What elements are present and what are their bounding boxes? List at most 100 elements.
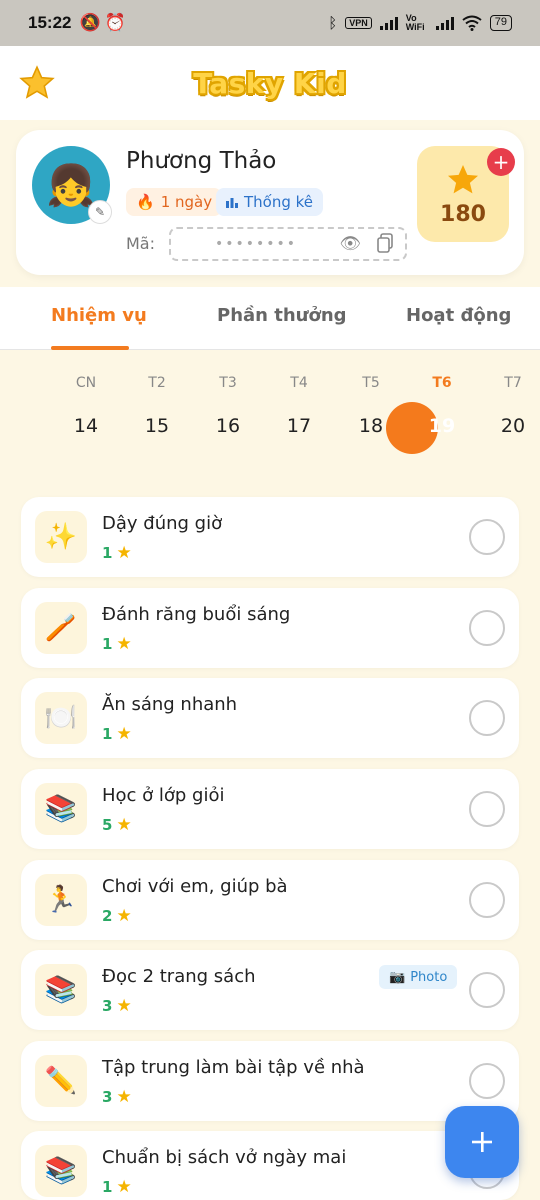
task-item[interactable]: 📚 Học ở lớp giỏi 5 ★ bbox=[21, 769, 519, 849]
books-icon: 📚 bbox=[35, 964, 87, 1016]
task-name: Đọc 2 trang sách bbox=[102, 966, 256, 987]
task-checkbox[interactable] bbox=[469, 610, 505, 646]
bluetooth-icon: ᛒ bbox=[328, 14, 338, 32]
edit-avatar-icon[interactable]: ✎ bbox=[88, 200, 112, 224]
task-item[interactable]: 🍽️ Ăn sáng nhanh 1 ★ bbox=[21, 678, 519, 758]
copy-icon[interactable] bbox=[377, 233, 393, 253]
app-bar: Tasky Kid bbox=[0, 46, 540, 120]
day-date: 20 bbox=[500, 415, 526, 437]
task-item[interactable]: 📚 Đọc 2 trang sách 3 ★ 📷 Photo bbox=[21, 950, 519, 1030]
star-icon: ★ bbox=[116, 815, 132, 835]
pencil-icon: ✏️ bbox=[35, 1055, 87, 1107]
plus-icon bbox=[472, 1132, 492, 1152]
star-icon: ★ bbox=[116, 1177, 132, 1197]
day-date: 17 bbox=[286, 415, 312, 437]
books-icon: 📚 bbox=[35, 783, 87, 835]
star-icon: ★ bbox=[116, 996, 132, 1016]
profile-name: Phương Thảo bbox=[126, 148, 277, 174]
wifi-icon bbox=[462, 15, 482, 31]
star-icon: ★ bbox=[116, 1087, 132, 1107]
task-points: 1 ★ bbox=[102, 634, 132, 654]
task-item[interactable]: 🪥 Đánh răng buổi sáng 1 ★ bbox=[21, 588, 519, 668]
code-label: Mã: bbox=[126, 234, 155, 253]
camera-icon: 📷 bbox=[389, 969, 406, 985]
day-name: T6 bbox=[432, 375, 452, 391]
task-name: Đánh răng buổi sáng bbox=[102, 604, 291, 625]
add-points-button[interactable]: + bbox=[487, 148, 515, 176]
status-time: 15:22 bbox=[28, 13, 72, 32]
star-icon: ★ bbox=[116, 724, 132, 744]
photo-badge-label: Photo bbox=[410, 969, 448, 985]
photo-badge: 📷 Photo bbox=[379, 965, 458, 989]
day-name: T2 bbox=[148, 375, 166, 391]
task-checkbox[interactable] bbox=[469, 1063, 505, 1099]
books-icon: 📚 bbox=[35, 1145, 87, 1197]
streak-badge: 🔥 1 ngày bbox=[126, 188, 223, 216]
favorite-star-icon[interactable] bbox=[18, 64, 56, 102]
day-date: 14 bbox=[73, 415, 99, 437]
task-item[interactable]: ✨ Dậy đúng giờ 1 ★ bbox=[21, 497, 519, 577]
points-value: 180 bbox=[440, 201, 486, 227]
day-name: T7 bbox=[504, 375, 522, 391]
task-points-value: 5 bbox=[102, 816, 113, 834]
signal-icon bbox=[379, 16, 398, 30]
star-icon: ★ bbox=[116, 634, 132, 654]
day-date: 15 bbox=[144, 415, 170, 437]
stats-button[interactable]: Thống kê bbox=[216, 188, 324, 216]
star-icon bbox=[448, 164, 478, 193]
fire-icon: 🔥 bbox=[136, 193, 155, 211]
task-points-value: 1 bbox=[102, 725, 113, 743]
sparkles-icon: ✨ bbox=[35, 511, 87, 563]
task-points-value: 1 bbox=[102, 544, 113, 562]
bar-chart-icon bbox=[226, 198, 238, 208]
task-points: 1 ★ bbox=[102, 543, 132, 563]
star-icon: ★ bbox=[116, 543, 132, 563]
battery-indicator: 79 bbox=[489, 15, 512, 31]
task-checkbox[interactable] bbox=[469, 791, 505, 827]
task-name: Chơi với em, giúp bà bbox=[102, 876, 288, 897]
day-date: 16 bbox=[215, 415, 241, 437]
task-checkbox[interactable] bbox=[469, 882, 505, 918]
app-logo: Tasky Kid bbox=[193, 66, 347, 100]
task-points: 3 ★ bbox=[102, 996, 132, 1016]
tab-bar: Nhiệm vụ Phần thưởng Hoạt động bbox=[0, 287, 540, 350]
task-points: 2 ★ bbox=[102, 906, 132, 926]
task-name: Dậy đúng giờ bbox=[102, 513, 223, 534]
task-item[interactable]: 🏃 Chơi với em, giúp bà 2 ★ bbox=[21, 860, 519, 940]
mute-icon: 🔕 bbox=[79, 13, 105, 32]
task-item[interactable]: ✏️ Tập trung làm bài tập về nhà 3 ★ bbox=[21, 1041, 519, 1121]
task-points: 5 ★ bbox=[102, 815, 132, 835]
profile-card: 👧 ✎ Phương Thảo 🔥 1 ngày Thống kê Mã: ••… bbox=[16, 130, 524, 275]
task-points-value: 1 bbox=[102, 1178, 113, 1196]
tab-tasks[interactable]: Nhiệm vụ bbox=[51, 305, 147, 326]
task-name: Học ở lớp giỏi bbox=[102, 785, 225, 806]
task-points-value: 1 bbox=[102, 635, 113, 653]
tab-rewards[interactable]: Phần thưởng bbox=[217, 305, 347, 326]
task-checkbox[interactable] bbox=[469, 700, 505, 736]
task-name: Chuẩn bị sách vở ngày mai bbox=[102, 1147, 347, 1168]
task-points-value: 3 bbox=[102, 997, 113, 1015]
task-name: Tập trung làm bài tập về nhà bbox=[102, 1057, 365, 1078]
task-points: 1 ★ bbox=[102, 1177, 132, 1197]
day-date: 19 bbox=[428, 415, 456, 437]
status-right: ᛒ VPN Vo WiFi 79 bbox=[328, 14, 512, 32]
code-masked: •••••••• bbox=[215, 236, 298, 252]
tab-activity[interactable]: Hoạt động bbox=[406, 305, 511, 326]
running-icon: 🏃 bbox=[35, 874, 87, 926]
add-task-button[interactable] bbox=[445, 1106, 519, 1178]
wifi-calling-label: Vo WiFi bbox=[405, 13, 425, 32]
task-points: 1 ★ bbox=[102, 724, 132, 744]
task-points-value: 2 bbox=[102, 907, 113, 925]
points-box[interactable]: 180 + bbox=[417, 146, 515, 242]
toothbrush-icon: 🪥 bbox=[35, 602, 87, 654]
code-field: •••••••• 👁 bbox=[169, 227, 407, 261]
status-left-icons: 🔕⏰ bbox=[79, 13, 129, 33]
task-checkbox[interactable] bbox=[469, 519, 505, 555]
eye-icon[interactable]: 👁 bbox=[339, 234, 363, 254]
plate-icon: 🍽️ bbox=[35, 692, 87, 744]
task-checkbox[interactable] bbox=[469, 972, 505, 1008]
day-name: T4 bbox=[290, 375, 308, 391]
task-points-value: 3 bbox=[102, 1088, 113, 1106]
tab-indicator bbox=[51, 346, 129, 350]
streak-label: 1 ngày bbox=[160, 193, 213, 211]
